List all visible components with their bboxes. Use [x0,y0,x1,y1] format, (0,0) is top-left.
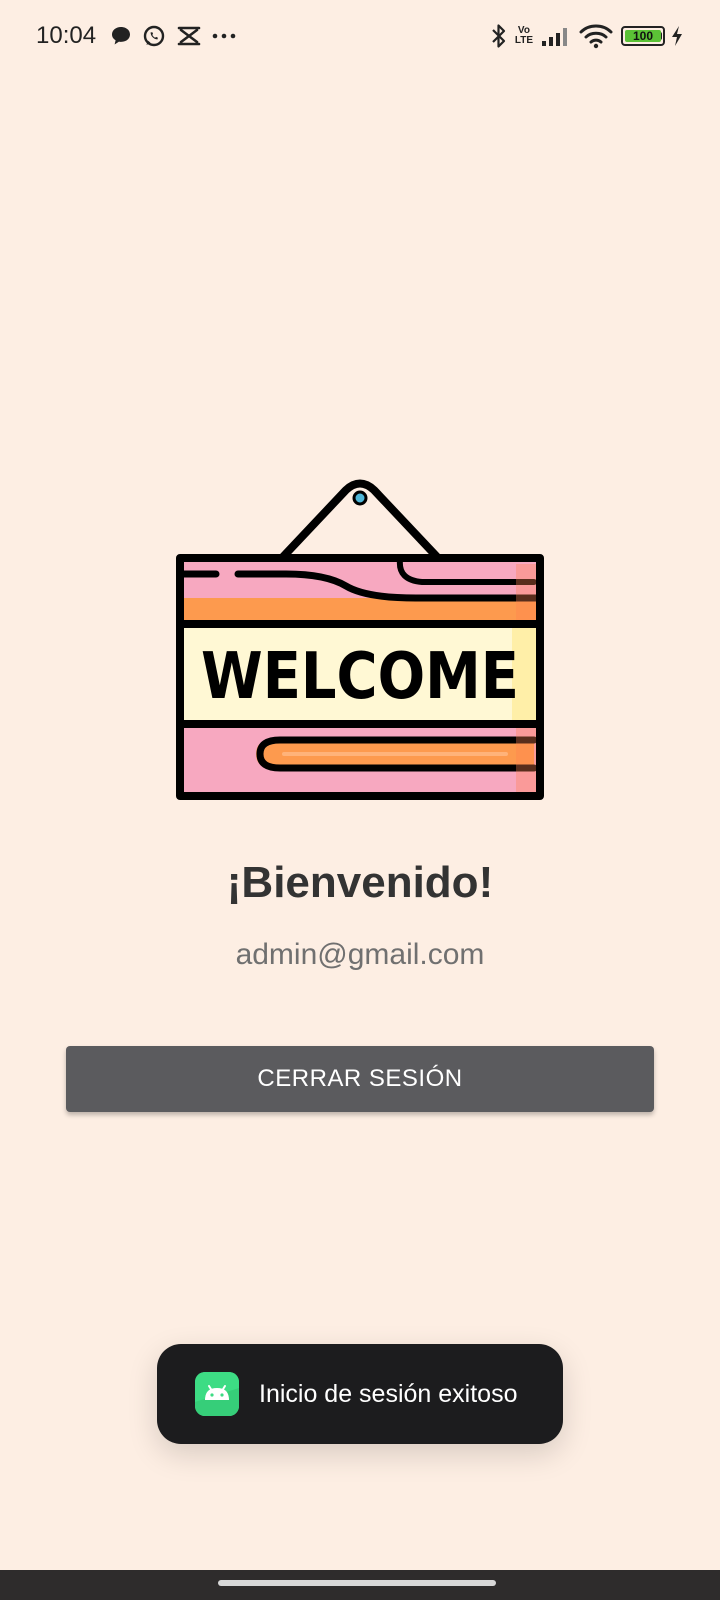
logout-button[interactable]: CERRAR SESIÓN [66,1046,654,1112]
volte-line2: LTE [514,35,533,46]
toast-notification: Inicio de sesión exitoso [157,1344,563,1444]
user-email: admin@gmail.com [235,938,485,971]
status-time: 10:04 [36,22,97,49]
toast-message: Inicio de sesión exitoso [259,1379,518,1408]
notification-icons [110,22,236,50]
chat-bubble-icon [110,25,132,47]
battery-level: 100 [632,29,654,43]
battery-icon: 100 [621,26,665,46]
greeting-title: ¡Bienvenido! [226,858,494,907]
volte-icon: Vo LTE [515,26,533,46]
android-app-icon [195,1372,239,1416]
navigation-bar [0,1570,720,1600]
system-status-icons: Vo LTE 100 [491,22,684,50]
bluetooth-icon [491,23,507,49]
capcut-icon [176,25,202,47]
welcome-sign-illustration: WELCOME [176,478,544,802]
wifi-icon [579,23,613,49]
signal-icon [541,25,571,47]
sign-text: WELCOME [201,640,519,714]
more-dots-icon [212,32,236,40]
charging-icon [670,25,684,47]
whatsapp-icon [142,24,166,48]
status-bar: 10:04 Vo LTE 100 [0,0,720,72]
home-indicator[interactable] [218,1580,496,1586]
